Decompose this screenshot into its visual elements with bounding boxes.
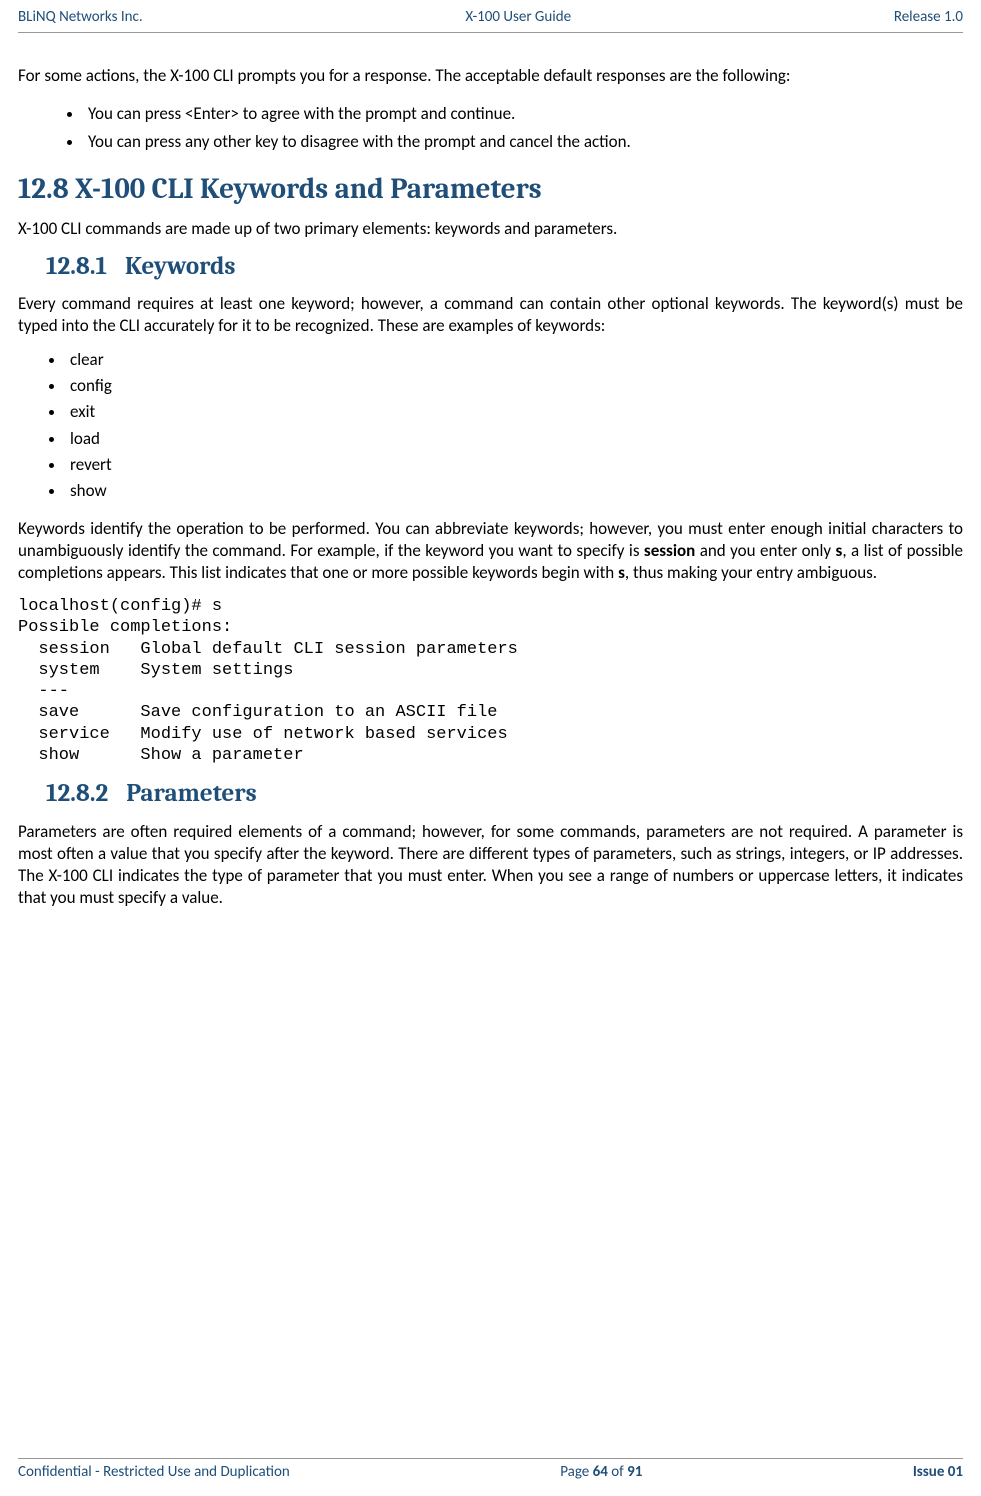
footer-issue: Issue 01	[913, 1463, 963, 1483]
footer-confidential: Confidential - Restricted Use and Duplic…	[18, 1463, 290, 1483]
list-item: clear	[66, 349, 963, 371]
header-company: BLiNQ Networks Inc.	[18, 8, 143, 28]
text-span: Page	[560, 1463, 592, 1481]
page-content: For some actions, the X-100 CLI prompts …	[18, 65, 963, 909]
bold-keyword: session	[644, 540, 695, 561]
bold-keyword: s	[618, 562, 625, 583]
keywords-abbrev-para: Keywords identify the operation to be pe…	[18, 518, 963, 584]
subsection-title: Parameters	[126, 779, 257, 808]
header-doc-title: X-100 User Guide	[465, 8, 571, 28]
keyword-list: clear config exit load revert show	[18, 349, 963, 502]
intro-bullet-list: You can press <Enter> to agree with the …	[18, 103, 963, 153]
section-12-8-lead: X-100 CLI commands are made up of two pr…	[18, 218, 963, 240]
list-item: revert	[66, 454, 963, 476]
subsection-number: 12.8.1	[46, 252, 107, 281]
list-item: load	[66, 428, 963, 450]
list-item: You can press any other key to disagree …	[84, 131, 963, 153]
subsection-heading-12-8-2: 12.8.2 Parameters	[18, 778, 963, 811]
subsection-heading-12-8-1: 12.8.1 Keywords	[18, 251, 963, 284]
footer-page-number: Page 64 of 91	[560, 1463, 642, 1483]
header-release: Release 1.0	[894, 8, 963, 28]
text-span: and you enter only	[695, 540, 835, 561]
text-span: of	[608, 1463, 627, 1481]
list-item: You can press <Enter> to agree with the …	[84, 103, 963, 125]
page-header: BLiNQ Networks Inc. X-100 User Guide Rel…	[18, 8, 963, 33]
page-total: 91	[627, 1463, 642, 1481]
document-page: BLiNQ Networks Inc. X-100 User Guide Rel…	[0, 0, 981, 1496]
list-item: exit	[66, 401, 963, 423]
subsection-number: 12.8.2	[46, 779, 108, 808]
parameters-para: Parameters are often required elements o…	[18, 821, 963, 909]
list-item: config	[66, 375, 963, 397]
page-current: 64	[593, 1463, 608, 1481]
keywords-intro-para: Every command requires at least one keyw…	[18, 293, 963, 337]
cli-output-block: localhost(config)# s Possible completion…	[18, 596, 963, 766]
subsection-title: Keywords	[125, 252, 235, 281]
intro-paragraph: For some actions, the X-100 CLI prompts …	[18, 65, 963, 87]
list-item: show	[66, 480, 963, 502]
text-span: , thus making your entry ambiguous.	[625, 562, 877, 583]
page-footer: Confidential - Restricted Use and Duplic…	[18, 1458, 963, 1483]
section-heading-12-8: 12.8 X-100 CLI Keywords and Parameters	[18, 171, 963, 209]
